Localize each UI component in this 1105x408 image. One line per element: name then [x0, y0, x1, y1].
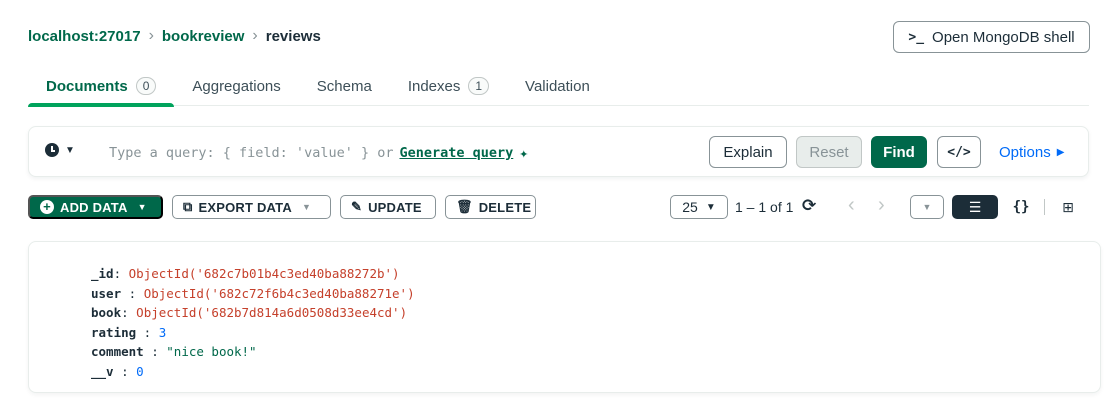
pagination-range: 1 – 1 of 1 — [735, 199, 794, 215]
open-shell-button[interactable]: >_ Open MongoDB shell — [893, 21, 1090, 53]
explain-button[interactable]: Explain — [709, 136, 787, 168]
field-colon: : — [113, 363, 137, 379]
field-colon: : — [143, 344, 167, 359]
json-view-icon[interactable]: {} — [998, 195, 1044, 219]
field-value[interactable]: "nice book!" — [166, 344, 256, 359]
update-label: UPDATE — [368, 199, 422, 215]
breadcrumb-host[interactable]: localhost:27017 — [28, 28, 141, 45]
query-history-button[interactable]: ▼ — [45, 143, 75, 157]
view-switcher: ☰ {} ⊞ — [952, 195, 1091, 219]
caret-down-icon: ▼ — [301, 202, 312, 212]
breadcrumb: localhost:27017 › bookreview › reviews — [28, 27, 321, 45]
field-key: user — [91, 285, 122, 301]
field-colon: : — [113, 266, 129, 281]
field-key: __v — [91, 363, 114, 379]
refresh-icon[interactable]: ⟳ — [802, 196, 816, 216]
tab-documents-label: Documents — [46, 77, 128, 95]
update-button[interactable]: ✎ UPDATE — [340, 195, 436, 219]
trash-icon: 🗑 — [456, 199, 473, 214]
field-book: book: ObjectId('682b7d814a6d0508d33ee4cd… — [91, 303, 415, 323]
delete-button[interactable]: 🗑 DELETE — [445, 195, 536, 219]
field-key: comment — [91, 344, 144, 359]
open-shell-label: Open MongoDB shell — [932, 28, 1075, 46]
collection-tabs: Documents 0 Aggregations Schema Indexes … — [28, 66, 1089, 107]
find-button[interactable]: Find — [871, 136, 927, 168]
field-user: user : ObjectId('682c72f6b4c3ed40ba88271… — [91, 284, 415, 304]
table-view-icon[interactable]: ⊞ — [1045, 195, 1091, 219]
options-toggle[interactable]: Options ▶ — [999, 144, 1064, 161]
tab-aggregations-label: Aggregations — [192, 77, 281, 95]
caret-down-icon: ▼ — [65, 144, 75, 156]
code-toggle-button[interactable]: </> — [937, 136, 981, 168]
tab-validation[interactable]: Validation — [507, 66, 608, 106]
caret-right-icon: ▶ — [1056, 147, 1065, 158]
terminal-icon: >_ — [908, 29, 925, 45]
page-size-value: 25 — [682, 199, 698, 215]
add-data-button[interactable]: + ADD DATA ▼ — [28, 195, 163, 219]
tab-validation-label: Validation — [525, 77, 590, 95]
field-key: _id — [91, 266, 114, 281]
query-bar: ▼ Type a query: { field: 'value' } or Ge… — [28, 126, 1089, 177]
tab-indexes[interactable]: Indexes 1 — [390, 66, 507, 106]
export-icon: ⧉ — [183, 199, 193, 214]
field-colon: : — [121, 305, 137, 320]
field-colon: : — [136, 324, 159, 340]
tab-schema-label: Schema — [316, 77, 372, 95]
field-key: rating — [91, 324, 137, 340]
field-id: _id: ObjectId('682c7b01b4c3ed40ba88272b'… — [91, 264, 415, 284]
export-data-label: EXPORT DATA — [198, 199, 292, 215]
field-comment: comment : "nice book!" — [91, 342, 415, 362]
field-value[interactable]: ObjectId('682b7d814a6d0508d33ee4cd') — [136, 305, 407, 320]
pencil-icon: ✎ — [351, 199, 363, 214]
page-size-select[interactable]: 25 ▼ — [670, 195, 728, 219]
chevron-right-icon[interactable]: › — [878, 194, 885, 217]
list-view-icon[interactable]: ☰ — [952, 195, 998, 219]
field-value[interactable]: ObjectId('682c72f6b4c3ed40ba88271e') — [144, 286, 415, 301]
field-colon: : — [121, 285, 144, 301]
delete-label: DELETE — [478, 199, 532, 215]
document-fields: _id: ObjectId('682c7b01b4c3ed40ba88272b'… — [91, 264, 415, 381]
field-value[interactable]: ObjectId('682c7b01b4c3ed40ba88272b') — [129, 266, 400, 281]
sparkle-icon: ✦ — [519, 144, 529, 162]
query-input[interactable]: Type a query: { field: 'value' } or Gene… — [109, 144, 528, 162]
tab-documents[interactable]: Documents 0 — [28, 66, 175, 107]
add-data-label: ADD DATA — [60, 199, 128, 215]
caret-down-icon: ▼ — [705, 201, 716, 213]
document-card[interactable]: _id: ObjectId('682c7b01b4c3ed40ba88272b'… — [28, 241, 1101, 393]
tab-aggregations[interactable]: Aggregations — [174, 66, 298, 106]
caret-down-icon: ▼ — [922, 202, 932, 212]
field-key: book — [91, 305, 122, 320]
field-value[interactable]: 0 — [136, 364, 144, 379]
reset-button[interactable]: Reset — [796, 136, 862, 168]
query-placeholder: Type a query: { field: 'value' } or — [109, 145, 394, 161]
field-value[interactable]: 3 — [159, 325, 167, 340]
caret-down-icon: ▼ — [137, 202, 147, 212]
plus-circle-icon: + — [40, 200, 54, 214]
chevron-right-icon: › — [148, 27, 154, 44]
breadcrumb-database[interactable]: bookreview — [162, 28, 245, 45]
field-version: __v : 0 — [91, 362, 415, 382]
tab-indexes-label: Indexes — [407, 77, 461, 95]
documents-count-badge: 0 — [135, 77, 157, 95]
breadcrumb-collection: reviews — [265, 27, 321, 45]
tab-schema[interactable]: Schema — [299, 66, 390, 106]
clock-icon — [45, 143, 59, 157]
chevron-left-icon[interactable]: ‹ — [848, 194, 855, 217]
chevron-right-icon: › — [252, 27, 258, 44]
indexes-count-badge: 1 — [468, 77, 490, 95]
export-data-button[interactable]: ⧉ EXPORT DATA ▼ — [172, 195, 331, 219]
field-rating: rating : 3 — [91, 323, 415, 343]
more-options-select[interactable]: ▼ — [910, 195, 944, 219]
options-label: Options — [999, 144, 1051, 161]
generate-query-link[interactable]: Generate query — [399, 145, 513, 161]
